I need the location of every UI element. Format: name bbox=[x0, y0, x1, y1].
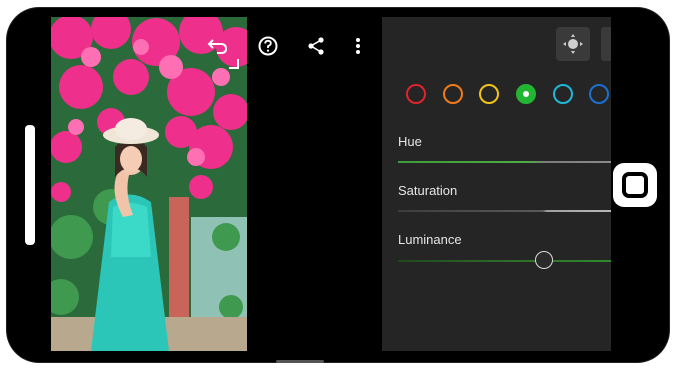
home-button[interactable] bbox=[613, 163, 657, 207]
swatch-blue[interactable] bbox=[589, 84, 609, 104]
luminance-label: Luminance bbox=[398, 232, 462, 247]
targeted-adjustment-icon[interactable] bbox=[556, 27, 590, 61]
swatch-green-selected[interactable] bbox=[516, 84, 536, 104]
help-icon[interactable] bbox=[257, 35, 279, 57]
hue-label: Hue bbox=[398, 134, 422, 149]
swatch-orange[interactable] bbox=[443, 84, 463, 104]
share-icon[interactable] bbox=[305, 35, 327, 57]
photo-preview[interactable] bbox=[51, 17, 247, 351]
luminance-slider-track[interactable] bbox=[398, 260, 611, 262]
panel-edge-button[interactable] bbox=[601, 27, 611, 61]
phone-side-button bbox=[25, 125, 35, 245]
swatch-red[interactable] bbox=[406, 84, 426, 104]
luminance-slider-knob[interactable] bbox=[535, 251, 553, 269]
home-indicator bbox=[276, 360, 324, 363]
saturation-label: Saturation bbox=[398, 183, 458, 198]
undo-icon[interactable] bbox=[207, 35, 231, 59]
toolbar-area bbox=[247, 17, 382, 351]
swatch-yellow[interactable] bbox=[479, 84, 499, 104]
saturation-slider-track[interactable] bbox=[398, 210, 611, 212]
screen: Hue Saturation Luminance bbox=[51, 17, 611, 351]
color-mix-panel: Hue Saturation Luminance bbox=[382, 17, 611, 351]
hue-slider-track[interactable] bbox=[398, 161, 611, 163]
more-vertical-icon[interactable] bbox=[350, 35, 366, 57]
swatch-aqua[interactable] bbox=[553, 84, 573, 104]
resize-corner-icon bbox=[229, 59, 239, 69]
